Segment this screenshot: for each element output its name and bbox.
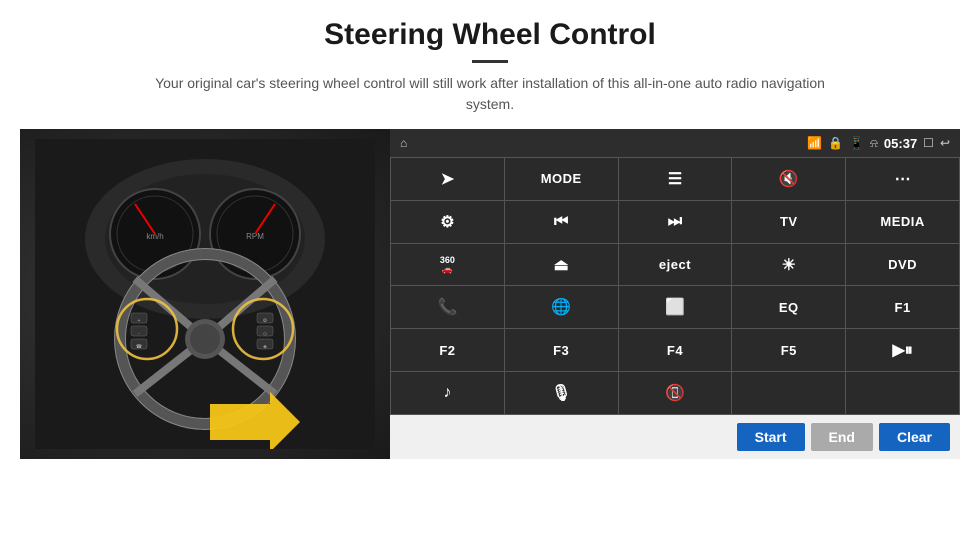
back-icon: ↩ [940,136,950,150]
dvd-label: DVD [888,257,917,272]
device-screen: ⌂ 📶 🔒 📱 ⍾ 05:37 ☐ ↩ ➤ MODE ☰ 🔇 [390,129,960,459]
browse-icon: 🌐 [551,297,571,317]
brightness-btn[interactable]: ☀ [732,244,845,286]
clear-button[interactable]: Clear [879,423,950,451]
radio-btn[interactable]: eject [619,244,732,286]
f1-btn[interactable]: F1 [846,286,959,328]
empty-btn-2[interactable] [846,372,959,414]
f2-label: F2 [439,343,455,358]
360-btn[interactable]: 360🚗 [391,244,504,286]
dvd-btn[interactable]: DVD [846,244,959,286]
call-end-btn[interactable]: 📵 [619,372,732,414]
status-right: 📶 🔒 📱 ⍾ 05:37 ☐ ↩ [807,136,950,151]
car-background: km/h RPM [20,129,390,459]
phone-btn[interactable]: 📞 [391,286,504,328]
mute-icon: 🔇 [779,169,799,189]
f4-label: F4 [667,343,683,358]
360-label: 360🚗 [440,256,455,274]
status-time: 05:37 [884,136,917,151]
wifi-icon: 📶 [807,136,822,150]
next-btn[interactable]: ⏭ [619,201,732,243]
navigate-icon: ➤ [441,169,454,189]
f5-btn[interactable]: F5 [732,329,845,371]
empty-btn-1[interactable] [732,372,845,414]
navigate-btn[interactable]: ➤ [391,158,504,200]
settings-btn[interactable]: ⚙ [391,201,504,243]
eq-btn[interactable]: EQ [732,286,845,328]
apps-btn[interactable]: ⋯ [846,158,959,200]
list-icon: ☰ [668,169,682,189]
mode-label: MODE [541,171,582,186]
list-btn[interactable]: ☰ [619,158,732,200]
media-label: MEDIA [880,214,924,229]
svg-text:◈: ◈ [263,344,267,350]
content-row: km/h RPM [20,129,960,459]
playpause-icon: ▶⏸ [892,340,912,360]
button-grid: ➤ MODE ☰ 🔇 ⋯ ⚙ ⏮ ⏭ TV MEDIA 360🚗 ⏏ eject… [390,157,960,415]
tv-label: TV [780,214,798,229]
settings-icon: ⚙ [440,212,454,232]
car-image-area: km/h RPM [20,129,390,459]
mic-btn[interactable]: 🎙 [505,372,618,414]
sim-icon: 📱 [849,136,864,150]
f3-label: F3 [553,343,569,358]
browse-btn[interactable]: 🌐 [505,286,618,328]
lock-icon: 🔒 [828,136,843,150]
subtitle: Your original car's steering wheel contr… [140,73,840,115]
screen-icon: ☐ [923,136,934,150]
media-btn[interactable]: MEDIA [846,201,959,243]
f1-label: F1 [895,300,911,315]
f4-btn[interactable]: F4 [619,329,732,371]
music-btn[interactable]: ♪ [391,372,504,414]
radio-label: eject [659,257,691,272]
phone-icon: 📞 [437,297,457,317]
f5-label: F5 [781,343,797,358]
bluetooth-icon: ⍾ [870,136,878,151]
prev-btn[interactable]: ⏮ [505,201,618,243]
window-btn[interactable]: ⬜ [619,286,732,328]
mute-btn[interactable]: 🔇 [732,158,845,200]
mic-icon: 🎙 [551,383,571,403]
svg-text:☎: ☎ [136,344,142,350]
start-button[interactable]: Start [737,423,805,451]
eq-label: EQ [779,300,799,315]
f3-btn[interactable]: F3 [505,329,618,371]
page-container: Steering Wheel Control Your original car… [0,0,980,544]
music-icon: ♪ [443,384,451,402]
title-divider [472,60,508,63]
bottom-action-bar: Start End Clear [390,415,960,459]
f2-btn[interactable]: F2 [391,329,504,371]
status-left: ⌂ [400,136,407,150]
svg-text:+: + [138,318,141,324]
home-icon: ⌂ [400,136,407,150]
tv-btn[interactable]: TV [732,201,845,243]
page-title: Steering Wheel Control [324,18,656,52]
call-end-icon: 📵 [665,383,685,403]
window-icon: ⬜ [665,297,685,317]
prev-icon: ⏮ [554,213,568,231]
apps-icon: ⋯ [895,169,911,189]
mode-btn[interactable]: MODE [505,158,618,200]
playpause-btn[interactable]: ▶⏸ [846,329,959,371]
svg-text:⚙: ⚙ [263,318,268,324]
eject-icon: ⏏ [554,255,569,275]
steering-wheel-svg: km/h RPM [35,139,375,449]
status-bar: ⌂ 📶 🔒 📱 ⍾ 05:37 ☐ ↩ [390,129,960,157]
svg-text:◇: ◇ [263,331,267,337]
next-icon: ⏭ [668,213,682,231]
eject-btn[interactable]: ⏏ [505,244,618,286]
end-button[interactable]: End [811,423,873,451]
brightness-icon: ☀ [782,255,796,275]
